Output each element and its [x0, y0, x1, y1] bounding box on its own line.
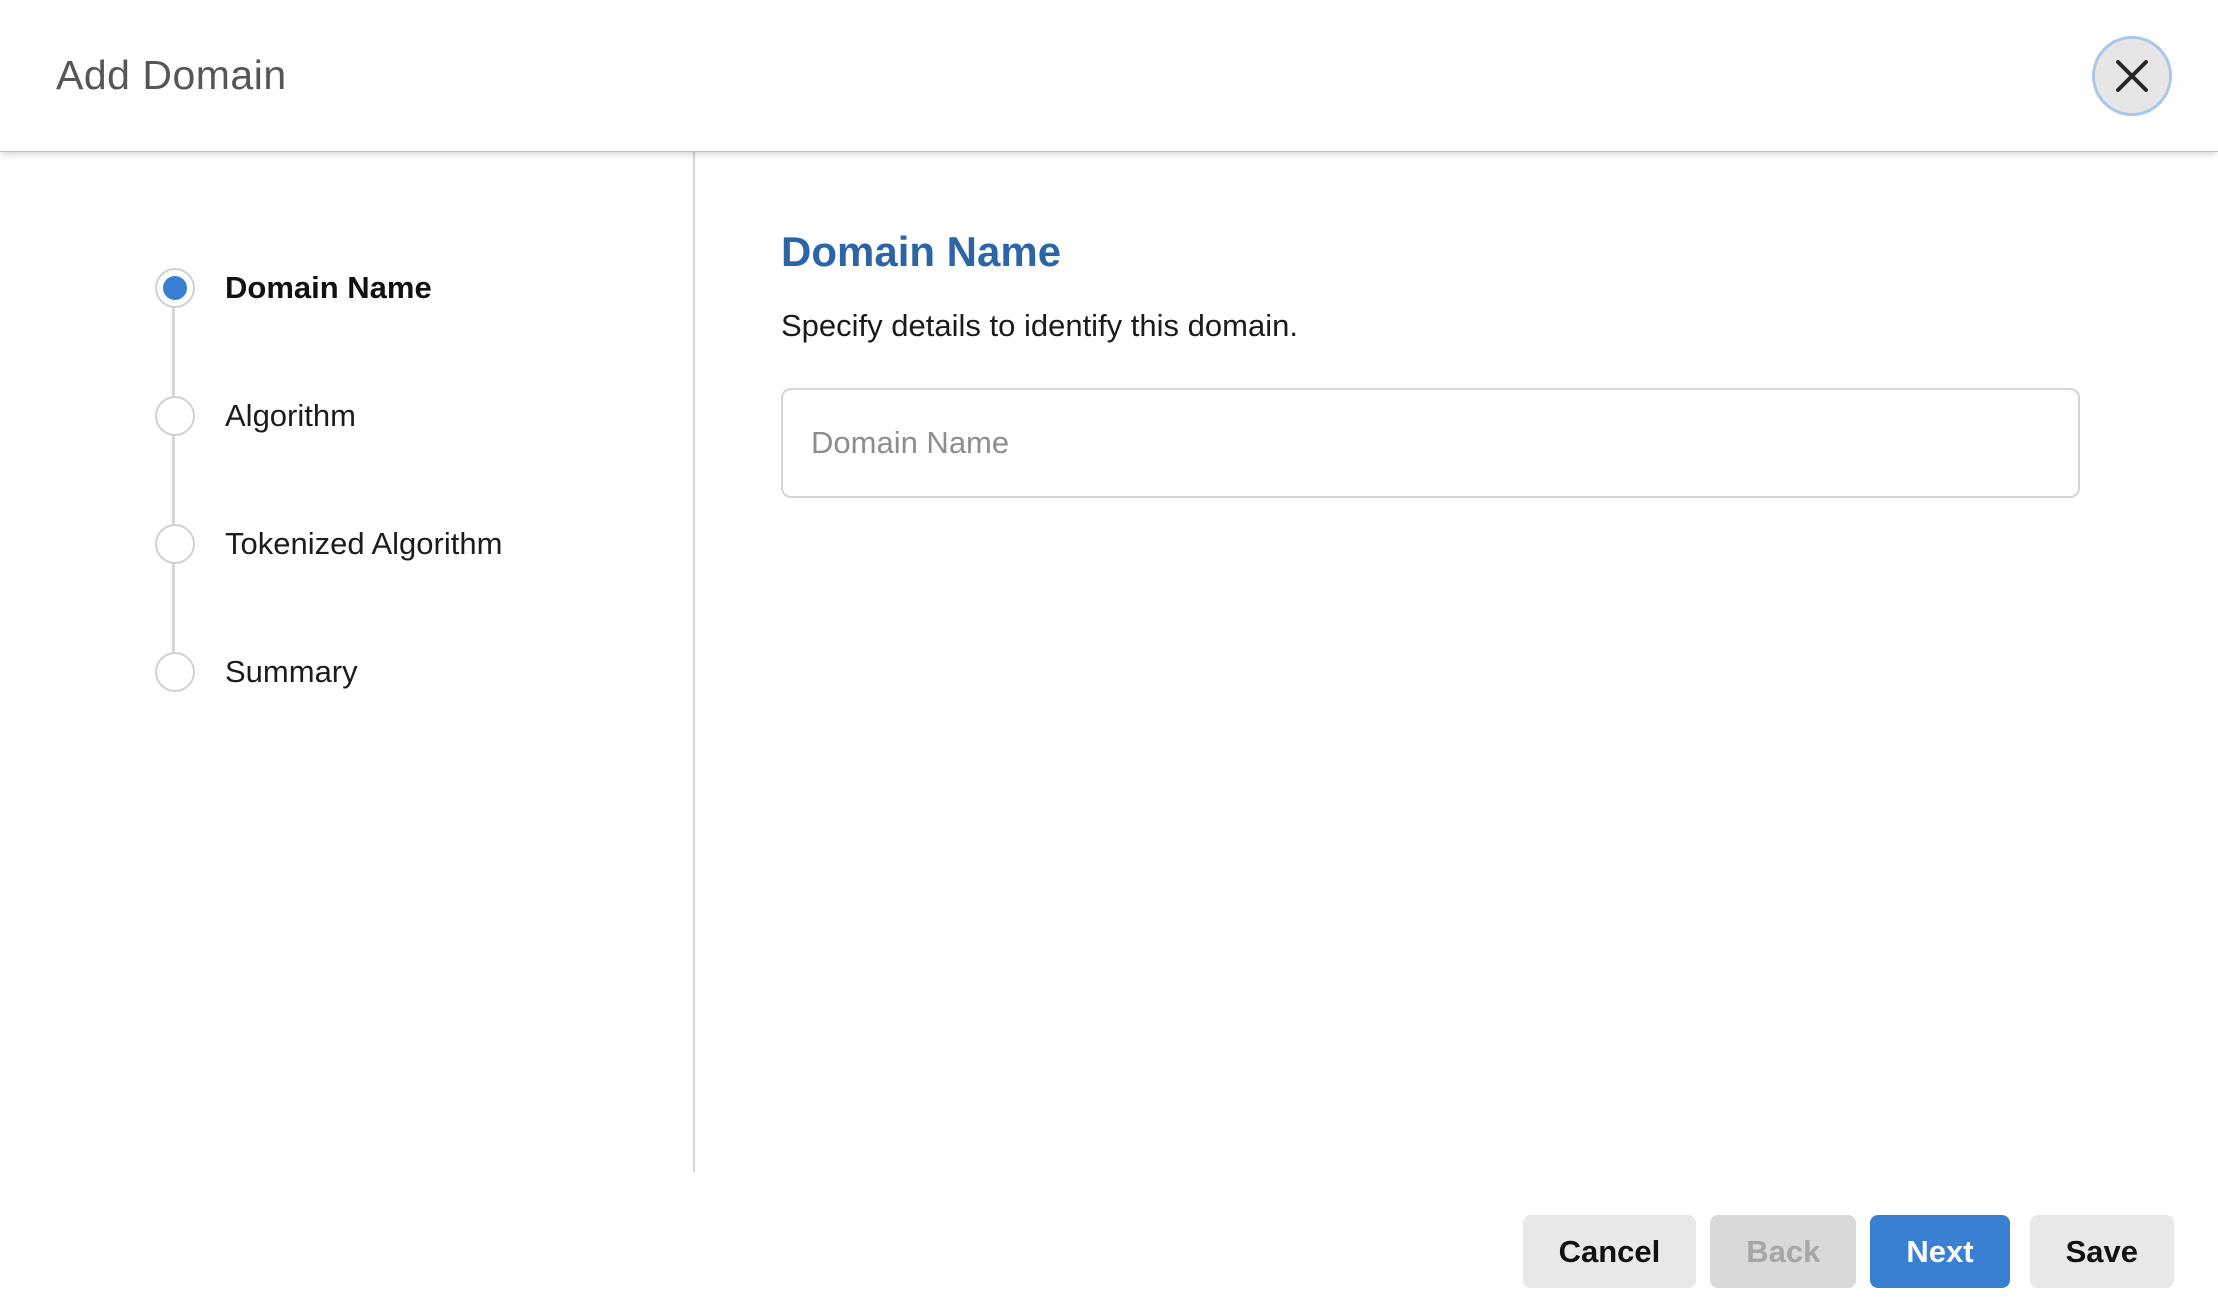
- step-circle-icon: [155, 524, 195, 564]
- step-content-pane: Domain Name Specify details to identify …: [695, 152, 2218, 1308]
- step-label: Domain Name: [225, 270, 432, 306]
- wizard-stepper: Domain Name Algorithm Tokenized Algorith…: [155, 268, 502, 780]
- step-circle-icon: [155, 396, 195, 436]
- add-domain-modal: Add Domain Domain Name Algorithm: [0, 0, 2218, 1308]
- step-description: Specify details to identify this domain.: [781, 308, 2080, 344]
- stepper-item-domain-name[interactable]: Domain Name: [155, 268, 502, 308]
- modal-header: Add Domain: [0, 0, 2218, 152]
- step-label: Tokenized Algorithm: [225, 526, 502, 562]
- step-heading: Domain Name: [781, 228, 2080, 276]
- stepper-item-algorithm[interactable]: Algorithm: [155, 396, 502, 436]
- modal-body: Domain Name Algorithm Tokenized Algorith…: [0, 152, 2218, 1308]
- step-label: Summary: [225, 654, 358, 690]
- vertical-divider: [693, 152, 695, 1172]
- step-circle-icon: [155, 652, 195, 692]
- cancel-button[interactable]: Cancel: [1523, 1215, 1697, 1288]
- modal-footer: Cancel Back Next Save: [1523, 1215, 2174, 1288]
- wizard-stepper-pane: Domain Name Algorithm Tokenized Algorith…: [0, 152, 695, 1308]
- modal-title: Add Domain: [56, 52, 287, 99]
- step-label: Algorithm: [225, 398, 356, 434]
- domain-name-input[interactable]: [781, 388, 2080, 498]
- close-icon: [2113, 57, 2151, 95]
- stepper-item-tokenized-algorithm[interactable]: Tokenized Algorithm: [155, 524, 502, 564]
- step-circle-icon: [155, 268, 195, 308]
- next-button[interactable]: Next: [1870, 1215, 2009, 1288]
- close-button[interactable]: [2092, 36, 2172, 116]
- step-active-dot-icon: [163, 276, 187, 300]
- stepper-item-summary[interactable]: Summary: [155, 652, 502, 692]
- save-button[interactable]: Save: [2030, 1215, 2174, 1288]
- back-button[interactable]: Back: [1710, 1215, 1856, 1288]
